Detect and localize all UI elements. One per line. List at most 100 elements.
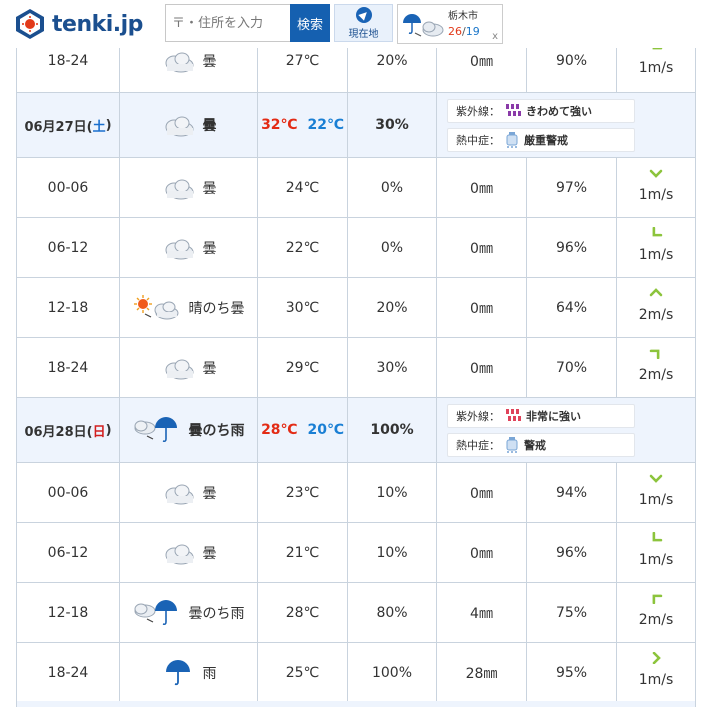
- uv-label: 紫外線：: [456, 409, 500, 423]
- cloud-then-rain-icon: [133, 599, 181, 627]
- time-range: 06-12: [16, 523, 120, 582]
- heatstroke-value: 警戒: [524, 438, 546, 452]
- high-temp: 32℃: [261, 117, 298, 133]
- temperature: 28℃: [258, 583, 348, 642]
- time-range: 18-24: [16, 643, 120, 702]
- pinned-city-temps: 26/19: [448, 25, 480, 38]
- pinned-city-widget[interactable]: 栃木市 26/19 x: [397, 4, 503, 44]
- weather-label: 曇: [202, 485, 217, 502]
- day-summary-row: 06月27日(土) 曇 32℃ 22℃ 30% 紫外線： きわめて強い 熱中症： …: [16, 93, 696, 158]
- time-range: 06-12: [16, 218, 120, 277]
- wind-speed: 1m/s: [638, 671, 674, 688]
- location-arrow-icon: [355, 6, 372, 23]
- humidity: 97%: [527, 158, 617, 217]
- water-bottle-icon: [506, 131, 518, 148]
- wind-direction-icon: [649, 349, 660, 359]
- hourly-row: 18-24 曇 29℃ 30% 0㎜ 70% 2m/s: [16, 338, 696, 398]
- day-summary-row: 06月28日(日) 曇のち雨 28℃ 20℃ 100% 紫外線： 非常に強い 熱中…: [16, 398, 696, 463]
- precipitation-amount: 28㎜: [437, 643, 527, 702]
- weather-label: 晴のち曇: [188, 300, 245, 317]
- cloud-icon: [161, 480, 195, 506]
- precipitation-probability: 30%: [348, 338, 437, 397]
- temperature: 30℃: [258, 278, 348, 337]
- search-box: [165, 4, 291, 42]
- weather-cell: 曇: [120, 158, 258, 217]
- wind-speed: 1m/s: [638, 186, 674, 203]
- pinned-city-high: 26: [448, 25, 462, 38]
- wind-speed: 1m/s: [638, 60, 674, 76]
- weather-cell: 曇: [120, 338, 258, 397]
- search-input[interactable]: [166, 5, 291, 41]
- precipitation-probability: 0%: [348, 158, 437, 217]
- temperature: 25℃: [258, 643, 348, 702]
- umbrella-then-cloud-icon: [403, 14, 444, 37]
- hourly-row: 12-18 晴のち曇 30℃ 20% 0㎜ 64% 2m/s: [16, 278, 696, 338]
- time-range: 00-06: [16, 463, 120, 522]
- temperature-range: 28℃ 20℃: [258, 398, 348, 462]
- cloud-icon: [161, 112, 195, 138]
- heatstroke-box[interactable]: 熱中症： 警戒: [447, 432, 635, 457]
- uv-index-box[interactable]: 紫外線： 非常に強い: [447, 403, 635, 428]
- wind-direction-icon: [649, 287, 663, 296]
- day-indices: 紫外線： きわめて強い 熱中症： 厳重警戒: [437, 93, 696, 157]
- wind-cell: 2m/s: [617, 583, 696, 642]
- precipitation-probability: 30%: [348, 93, 437, 157]
- weather-cell: 雨: [120, 643, 258, 702]
- logo-mark-icon: [16, 9, 44, 39]
- cloud-icon: [161, 540, 195, 566]
- hourly-row: 00-06 曇 24℃ 0% 0㎜ 97% 1m/s: [16, 158, 696, 218]
- wind-speed: 1m/s: [638, 246, 674, 263]
- weather-label: 曇: [202, 360, 217, 377]
- weather-cell: 曇のち雨: [120, 398, 258, 462]
- cloud-then-rain-icon: [133, 416, 181, 444]
- cloud-icon: [161, 235, 195, 261]
- humidity: 70%: [527, 338, 617, 397]
- day-of-week: 日: [92, 424, 106, 440]
- low-temp: 20℃: [307, 422, 344, 438]
- precipitation-probability: 100%: [348, 643, 437, 702]
- precipitation-amount: 0㎜: [437, 278, 527, 337]
- wind-cell: 1m/s: [617, 463, 696, 522]
- temperature-range: 32℃ 22℃: [258, 93, 348, 157]
- wind-direction-icon: [649, 169, 663, 178]
- search-button[interactable]: 検索: [290, 4, 330, 42]
- hourly-row: 00-06 曇 23℃ 10% 0㎜ 94% 1m/s: [16, 463, 696, 523]
- weather-label: 雨: [202, 665, 217, 682]
- wind-cell: 2m/s: [617, 338, 696, 397]
- precipitation-probability: 80%: [348, 583, 437, 642]
- hourly-row: 06-12 曇 21℃ 10% 0㎜ 96% 1m/s: [16, 523, 696, 583]
- wind-cell: 1m/s: [617, 643, 696, 702]
- humidity: 75%: [527, 583, 617, 642]
- close-pinned-city-button[interactable]: x: [492, 31, 498, 42]
- weather-label: 曇: [202, 180, 217, 197]
- hourly-row: 18-24 雨 25℃ 100% 28㎜ 95% 1m/s: [16, 643, 696, 703]
- precipitation-amount: 0㎜: [437, 523, 527, 582]
- wind-speed: 2m/s: [638, 611, 674, 628]
- weather-cell: 晴のち曇: [120, 278, 258, 337]
- pinned-city-low: 19: [465, 25, 480, 38]
- wind-cell: 2m/s: [617, 278, 696, 337]
- rain-icon: [161, 659, 195, 686]
- temperature: 22℃: [258, 218, 348, 277]
- precipitation-probability: 100%: [348, 398, 437, 462]
- heatstroke-box[interactable]: 熱中症： 厳重警戒: [447, 127, 635, 152]
- wind-cell: 1m/s: [617, 523, 696, 582]
- humidity: 94%: [527, 463, 617, 522]
- precipitation-probability: 0%: [348, 218, 437, 277]
- logo[interactable]: tenki.jp: [14, 6, 152, 42]
- wind-direction-icon: [652, 531, 663, 541]
- weather-cell: 曇: [120, 93, 258, 157]
- weather-cell: 曇のち雨: [120, 583, 258, 642]
- site-header: tenki.jp 検索 現在地 栃木市 26/19 x: [0, 0, 713, 48]
- uv-index-box[interactable]: 紫外線： きわめて強い: [447, 98, 635, 123]
- weather-label: 曇: [202, 54, 217, 70]
- precipitation-amount: 0㎜: [437, 338, 527, 397]
- weather-cell: 曇: [120, 523, 258, 582]
- day-date: 06月28日(日): [16, 398, 120, 462]
- day-indices: 紫外線： 非常に強い 熱中症： 警戒: [437, 398, 696, 462]
- weather-label: 曇: [202, 545, 217, 562]
- heatstroke-label: 熱中症：: [456, 438, 500, 452]
- low-temp: 22℃: [307, 117, 344, 133]
- wind-cell: 1m/s: [617, 158, 696, 217]
- current-location-button[interactable]: 現在地: [334, 4, 393, 42]
